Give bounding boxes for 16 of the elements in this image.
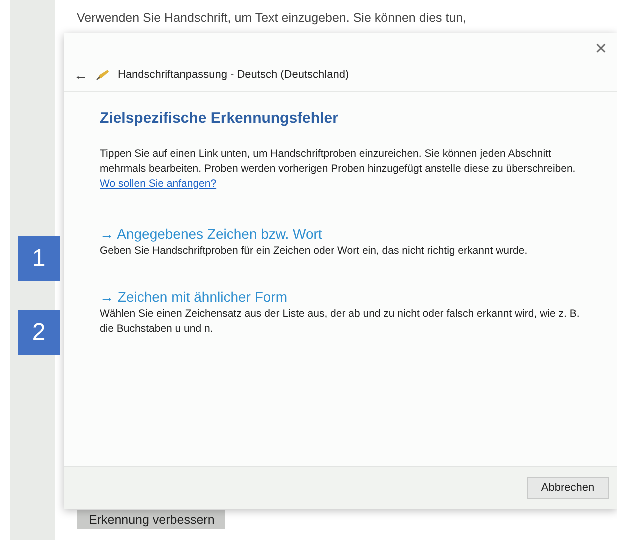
page-text: Verwenden Sie Handschrift, um Text einzugeben. Sie können dies tun, (77, 11, 467, 25)
option-description: Wählen Sie einen Zeichensatz aus der Liste aus, der ab und zu nicht oder falsch erkannt wird, wie z. B. die Buchstaben u und n. (100, 307, 581, 337)
option-link[interactable]: → Zeichen mit ähnlicher Form (100, 289, 288, 305)
cancel-button[interactable]: Abbrechen (527, 477, 609, 499)
close-button[interactable]: × (595, 39, 607, 59)
intro-paragraph: Tippen Sie auf einen Link unten, um Handschriftproben einzureichen. Sie können jeden Abschnitt mehrmals bearbeiten. Proben werden vorherigen Proben hinzugefügt anstelle diese zu überschreiben. Wo sollen Sie anfangen? (100, 147, 577, 192)
help-link[interactable]: Wo sollen Sie anfangen? (100, 178, 217, 190)
section-heading: Zielspezifische Erkennungsfehler (100, 110, 340, 127)
option-description: Geben Sie Handschriftproben für ein Zeichen oder Wort ein, das nicht richtig erkannt wurde. (100, 244, 529, 259)
pen-icon (96, 69, 110, 81)
dialog-title: Handschriftanpassung - Deutsch (Deutschland) (118, 69, 350, 81)
option-link[interactable]: → Angegebenes Zeichen bzw. Wort (100, 226, 322, 242)
number-callout: 2 (18, 310, 60, 355)
number-callout: 1 (18, 236, 60, 281)
back-button[interactable]: ← (74, 67, 88, 83)
improve-recognition-button[interactable]: Erkennung verbessern (77, 510, 225, 529)
